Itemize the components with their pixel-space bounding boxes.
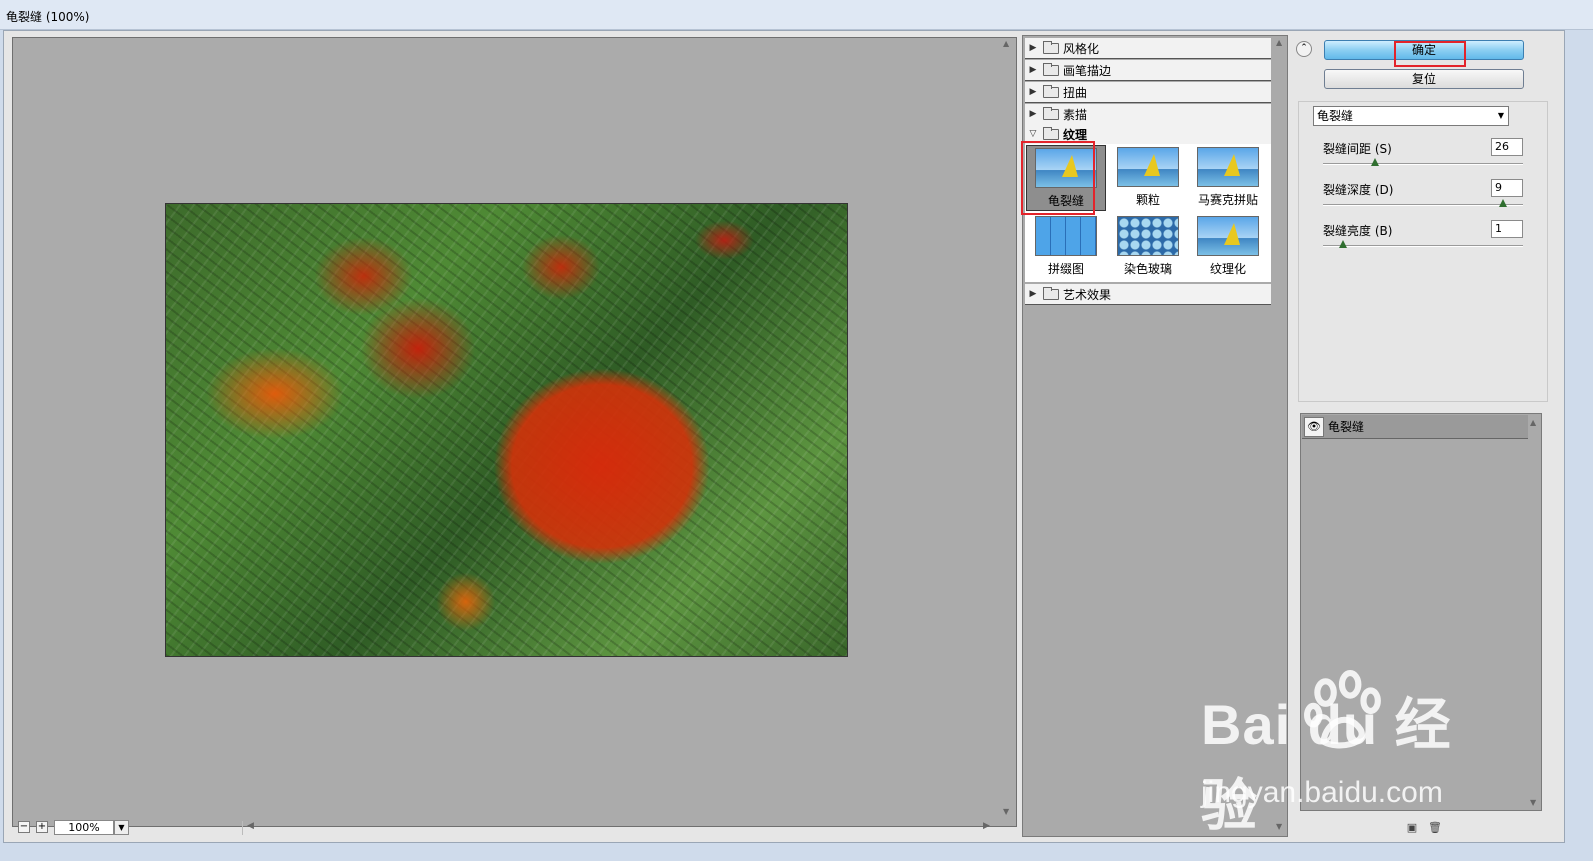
- effect-layers-panel: 👁 龟裂缝 ▲ ▼: [1300, 413, 1542, 811]
- collapse-triangle-icon[interactable]: ▽: [1025, 129, 1041, 139]
- expand-triangle-icon[interactable]: ▶: [1025, 289, 1041, 299]
- trash-icon[interactable]: 🗑: [1428, 822, 1442, 834]
- glass-thumb-icon: [1117, 216, 1179, 256]
- sailboat-thumb-icon: [1197, 216, 1259, 256]
- category-label: 扭曲: [1063, 85, 1088, 100]
- scroll-right-arrow-icon[interactable]: ▶: [983, 821, 990, 831]
- preview-horizontal-scrollbar[interactable]: ◀ ▶: [242, 821, 992, 835]
- window-title: 龟裂缝 (100%): [6, 10, 90, 24]
- param-slider-track[interactable]: [1323, 204, 1523, 206]
- param-slider-knob[interactable]: [1339, 240, 1347, 248]
- scroll-down-arrow-icon[interactable]: ▼: [1530, 798, 1536, 807]
- filter-select[interactable]: 龟裂缝 ▼: [1313, 106, 1509, 126]
- layer-name: 龟裂缝: [1328, 420, 1365, 434]
- reset-button[interactable]: 复位: [1324, 69, 1524, 89]
- filter-label: 马赛克拼贴: [1197, 193, 1258, 207]
- zoom-bar: − + 100% ▼ ◀ ▶: [12, 819, 1002, 837]
- new-layer-icon[interactable]: ▣: [1406, 822, 1418, 834]
- eye-icon[interactable]: 👁: [1304, 416, 1324, 437]
- category-brush-strokes[interactable]: ▶ 画笔描边: [1025, 60, 1271, 81]
- selection-highlight-box: [1021, 141, 1095, 215]
- param-label: 裂缝间距 (S): [1323, 142, 1392, 156]
- title-bar: 龟裂缝 (100%): [0, 0, 1593, 30]
- sailboat-thumb-icon: [1117, 147, 1179, 187]
- param-value-input[interactable]: 26: [1491, 138, 1523, 156]
- folder-icon: [1043, 106, 1059, 120]
- scroll-up-arrow-icon[interactable]: ▲: [1276, 38, 1282, 47]
- param-value-input[interactable]: 9: [1491, 179, 1523, 197]
- folder-open-icon: [1043, 126, 1059, 140]
- category-label: 风格化: [1063, 41, 1100, 56]
- expand-triangle-icon[interactable]: ▶: [1025, 43, 1041, 53]
- expand-triangle-icon[interactable]: ▶: [1025, 65, 1041, 75]
- scroll-up-arrow-icon[interactable]: ▲: [1530, 418, 1536, 427]
- sailboat-thumb-icon: [1197, 147, 1259, 187]
- scroll-down-arrow-icon[interactable]: ▼: [1003, 807, 1009, 816]
- zoom-dropdown-icon[interactable]: ▼: [114, 820, 129, 835]
- effect-layer-row[interactable]: 👁 龟裂缝: [1302, 415, 1528, 439]
- category-label: 纹理: [1063, 127, 1088, 142]
- filter-list-scrollbar[interactable]: ▲ ▼: [1275, 36, 1287, 836]
- category-distort[interactable]: ▶ 扭曲: [1025, 82, 1271, 103]
- filter-label: 颗粒: [1135, 193, 1160, 207]
- zoom-in-button[interactable]: +: [36, 821, 48, 833]
- filter-label: 拼缀图: [1047, 262, 1084, 276]
- scroll-down-arrow-icon[interactable]: ▼: [1276, 822, 1282, 831]
- param-slider-knob[interactable]: [1371, 158, 1379, 166]
- param-value-input[interactable]: 1: [1491, 220, 1523, 238]
- category-sketch[interactable]: ▶ 素描: [1025, 104, 1271, 125]
- folder-icon: [1043, 62, 1059, 76]
- category-label: 艺术效果: [1063, 287, 1112, 302]
- preview-image: [165, 203, 848, 657]
- filter-select-value: 龟裂缝: [1317, 109, 1354, 123]
- filter-label: 染色玻璃: [1123, 262, 1172, 276]
- filter-grain[interactable]: 颗粒: [1108, 145, 1188, 211]
- param-label: 裂缝深度 (D): [1323, 183, 1394, 197]
- category-label: 素描: [1063, 107, 1088, 122]
- filter-patchwork[interactable]: 拼缀图: [1026, 214, 1106, 280]
- expand-triangle-icon[interactable]: ▶: [1025, 109, 1041, 119]
- expand-triangle-icon[interactable]: ▶: [1025, 87, 1041, 97]
- folder-icon: [1043, 84, 1059, 98]
- folder-icon: [1043, 40, 1059, 54]
- filter-label: 纹理化: [1209, 262, 1246, 276]
- filter-gallery-dialog: ▲ ▼ − + 100% ▼ ◀ ▶ ▶ 风格化 ▶ 画笔描边 ▶ 扭曲 ▶ 素…: [3, 30, 1565, 843]
- scroll-up-arrow-icon[interactable]: ▲: [1003, 39, 1009, 48]
- filter-stained-glass[interactable]: 染色玻璃: [1108, 214, 1188, 280]
- category-artistic[interactable]: ▶ 艺术效果: [1025, 284, 1271, 305]
- param-crack-brightness: 裂缝亮度 (B) 1: [1323, 220, 1523, 256]
- folder-icon: [1043, 286, 1059, 300]
- param-slider-track[interactable]: [1323, 163, 1523, 165]
- chevron-down-icon: ▼: [1497, 111, 1504, 120]
- param-crack-depth: 裂缝深度 (D) 9: [1323, 179, 1523, 215]
- filter-texturizer[interactable]: 纹理化: [1188, 214, 1268, 280]
- tile-thumb-icon: [1035, 216, 1097, 256]
- param-crack-spacing: 裂缝间距 (S) 26: [1323, 138, 1523, 174]
- preview-vertical-scrollbar[interactable]: ▲ ▼: [1000, 37, 1016, 817]
- filter-settings-panel: 龟裂缝 ▼ 裂缝间距 (S) 26 裂缝深度 (D) 9 裂缝亮度 (B) 1: [1298, 101, 1548, 402]
- collapse-gallery-icon[interactable]: ⌃: [1296, 41, 1312, 57]
- zoom-out-button[interactable]: −: [18, 821, 30, 833]
- scroll-left-arrow-icon[interactable]: ◀: [247, 821, 254, 831]
- param-slider-track[interactable]: [1323, 245, 1523, 247]
- preview-area: [12, 37, 1017, 827]
- zoom-level-field[interactable]: 100%: [54, 820, 114, 835]
- layers-scrollbar[interactable]: ▲ ▼: [1530, 416, 1540, 810]
- param-slider-knob[interactable]: [1499, 199, 1507, 207]
- param-label: 裂缝亮度 (B): [1323, 224, 1393, 238]
- category-stylize[interactable]: ▶ 风格化: [1025, 38, 1271, 59]
- filter-mosaic-tiles[interactable]: 马赛克拼贴: [1188, 145, 1268, 211]
- ok-highlight-box: [1394, 41, 1466, 67]
- category-label: 画笔描边: [1063, 63, 1112, 78]
